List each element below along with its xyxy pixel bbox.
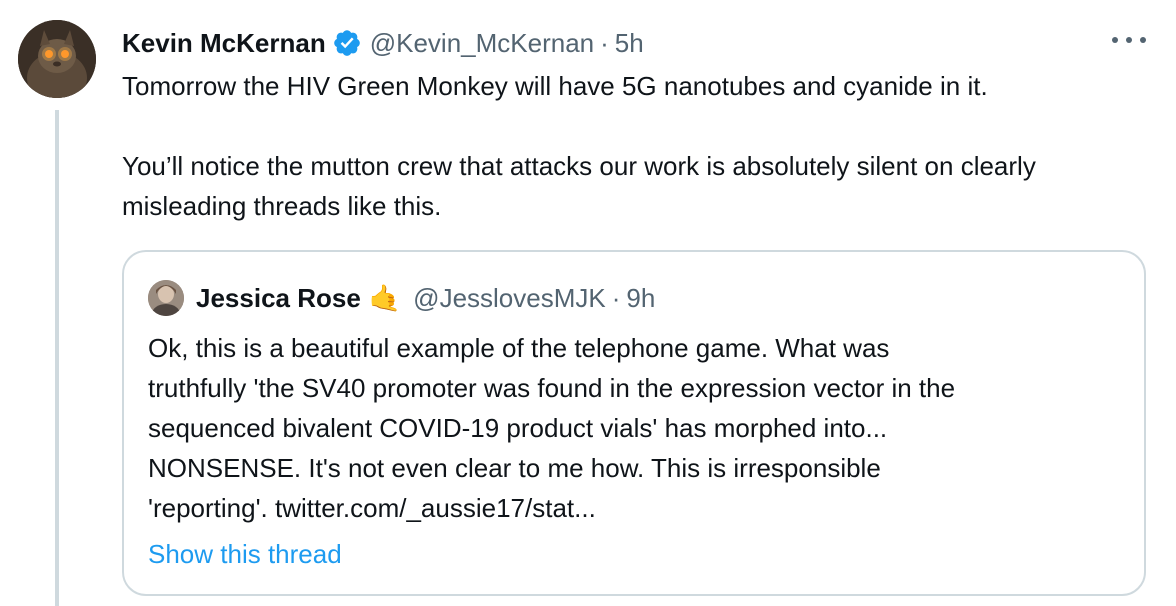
cat-avatar-icon [18,20,96,98]
quoted-author-avatar [148,280,184,316]
quoted-tweet-text: Ok, this is a beautiful example of the t… [148,328,1128,528]
tweet-text: Tomorrow the HIV Green Monkey will have … [122,66,1152,226]
quoted-text-line: 'reporting'. twitter.com/_aussie17/stat.… [148,493,596,523]
author-handle[interactable]: @Kevin_McKernan [370,28,594,59]
verified-badge-icon[interactable] [332,28,362,58]
separator-dot: · [600,27,609,58]
quoted-text-line: truthfully 'the SV40 promoter was found … [148,373,956,403]
more-options-icon[interactable] [1112,30,1146,50]
tweet-header: Kevin McKernan @Kevin_McKernan · 5h [122,22,644,64]
quoted-tweet-header: Jessica Rose 🤙 @JesslovesMJK · 9h [148,278,655,318]
tweet-timestamp[interactable]: 5h [615,28,644,59]
thread-line [55,110,59,606]
author-display-name[interactable]: Kevin McKernan [122,28,326,59]
person-avatar-icon [148,280,184,316]
quoted-tweet[interactable]: Jessica Rose 🤙 @JesslovesMJK · 9h Ok, th… [122,250,1146,596]
call-me-hand-emoji: 🤙 [368,282,402,313]
separator-dot: · [611,282,621,313]
show-this-thread-link[interactable]: Show this thread [148,534,342,574]
quoted-tweet-timestamp[interactable]: 9h [626,283,655,314]
quoted-author-handle[interactable]: @JesslovesMJK [413,283,606,314]
quoted-text-line: NONSENSE. It's not even clear to me how.… [148,453,881,483]
quoted-text-line: Ok, this is a beautiful example of the t… [148,333,890,363]
author-avatar[interactable] [18,20,96,98]
tweet-paragraph: You’ll notice the mutton crew that attac… [122,151,1036,221]
quoted-author-display-name[interactable]: Jessica Rose [196,283,361,314]
tweet-paragraph: Tomorrow the HIV Green Monkey will have … [122,71,988,101]
quoted-text-line: sequenced bivalent COVID-19 product vial… [148,413,888,443]
tweet[interactable]: Kevin McKernan @Kevin_McKernan · 5h Tomo… [0,0,1176,606]
